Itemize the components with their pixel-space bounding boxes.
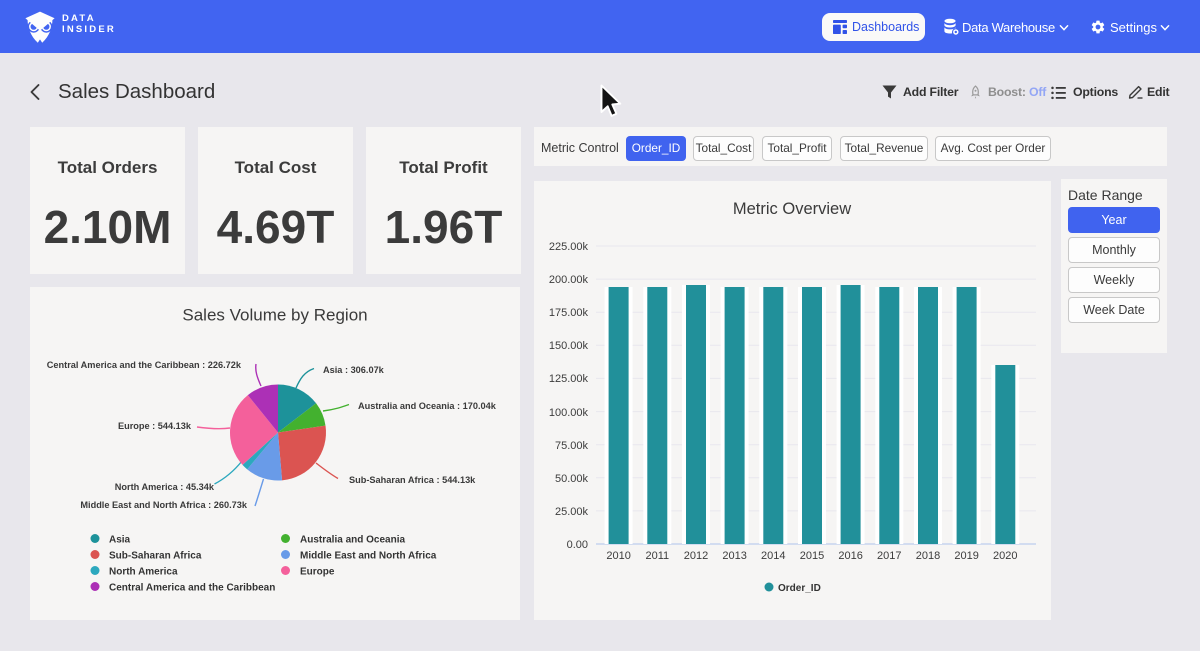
svg-text:2010: 2010 <box>606 550 630 562</box>
svg-text:175.00k: 175.00k <box>549 307 589 319</box>
svg-text:2015: 2015 <box>800 550 824 562</box>
svg-text:2017: 2017 <box>877 550 901 562</box>
svg-text:225.00k: 225.00k <box>549 241 589 253</box>
svg-text:Metric Overview: Metric Overview <box>733 200 851 218</box>
svg-text:2012: 2012 <box>684 550 708 562</box>
svg-text:Middle East and North Africa :: Middle East and North Africa : 260.73k <box>80 500 248 510</box>
svg-text:Australia and Oceania : 170.04: Australia and Oceania : 170.04k <box>358 401 497 411</box>
svg-text:25.00k: 25.00k <box>555 506 589 518</box>
svg-text:100.00k: 100.00k <box>549 407 589 419</box>
svg-text:2014: 2014 <box>761 550 785 562</box>
svg-text:Central America and the Caribb: Central America and the Caribbean : 226.… <box>47 360 242 370</box>
svg-text:50.00k: 50.00k <box>555 473 589 485</box>
svg-text:75.00k: 75.00k <box>555 440 589 452</box>
svg-text:North America: North America <box>109 567 178 578</box>
svg-text:Order_ID: Order_ID <box>778 583 821 594</box>
svg-text:Asia: Asia <box>109 535 131 546</box>
svg-text:200.00k: 200.00k <box>549 274 589 286</box>
svg-text:Sales Volume by Region: Sales Volume by Region <box>182 306 367 325</box>
svg-text:150.00k: 150.00k <box>549 340 589 352</box>
svg-text:North America : 45.34k: North America : 45.34k <box>115 482 215 492</box>
svg-text:Europe : 544.13k: Europe : 544.13k <box>118 421 192 431</box>
svg-text:2016: 2016 <box>838 550 862 562</box>
svg-text:2013: 2013 <box>722 550 746 562</box>
svg-text:Sub-Saharan Africa : 544.13k: Sub-Saharan Africa : 544.13k <box>349 475 476 485</box>
svg-text:Europe: Europe <box>300 567 335 578</box>
svg-text:Asia : 306.07k: Asia : 306.07k <box>323 365 385 375</box>
svg-text:2020: 2020 <box>993 550 1017 562</box>
svg-text:Australia and Oceania: Australia and Oceania <box>300 535 405 546</box>
svg-text:Middle East and North Africa: Middle East and North Africa <box>300 551 437 562</box>
svg-text:2019: 2019 <box>954 550 978 562</box>
svg-text:Sub-Saharan Africa: Sub-Saharan Africa <box>109 551 202 562</box>
svg-text:2018: 2018 <box>916 550 940 562</box>
svg-text:Central America and the Caribb: Central America and the Caribbean <box>109 583 275 594</box>
svg-text:125.00k: 125.00k <box>549 373 589 385</box>
svg-text:2011: 2011 <box>645 550 669 562</box>
svg-text:0.00: 0.00 <box>567 539 588 551</box>
